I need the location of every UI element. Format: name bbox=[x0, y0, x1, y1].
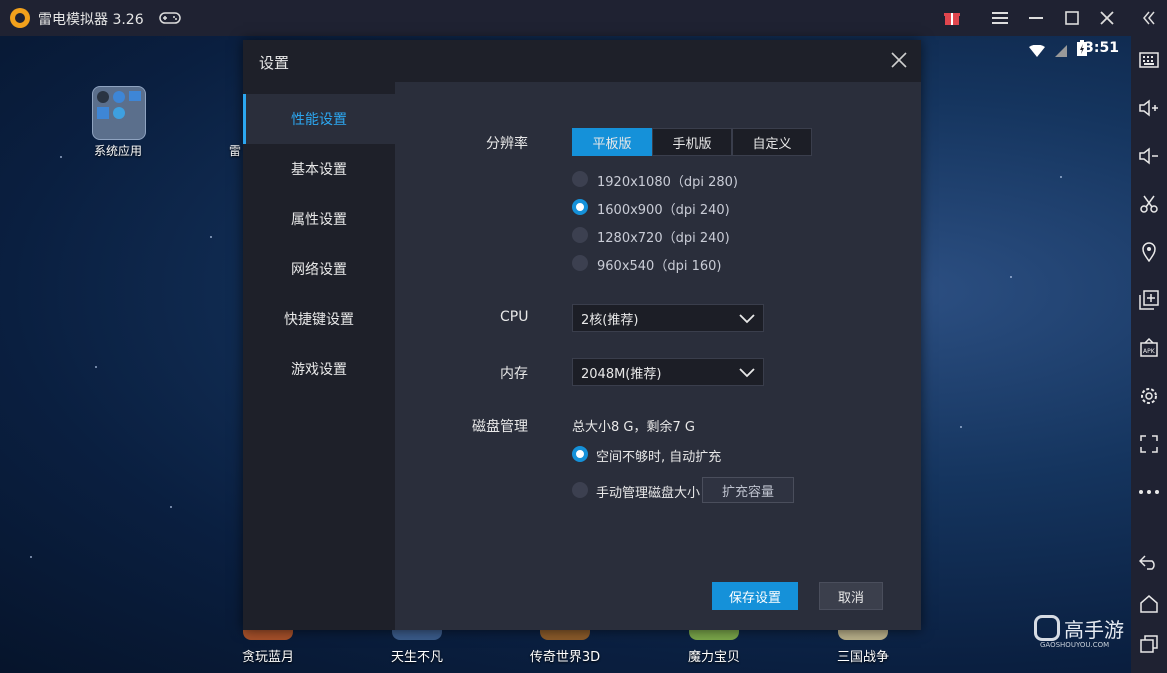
dock-app-label: 天生不凡 bbox=[390, 650, 443, 665]
system-apps-folder[interactable] bbox=[92, 86, 146, 140]
menu-icon[interactable] bbox=[986, 4, 1014, 32]
resolution-tab-phone[interactable]: 手机版 bbox=[652, 128, 732, 156]
no-signal-icon bbox=[1055, 42, 1067, 61]
settings-nav: 性能设置 基本设置 属性设置 网络设置 快捷键设置 游戏设置 bbox=[243, 82, 395, 630]
disk-summary: 总大小8 G，剩余7 G bbox=[572, 420, 695, 435]
add-window-icon[interactable] bbox=[1131, 284, 1167, 316]
nav-properties[interactable]: 属性设置 bbox=[243, 194, 395, 244]
disk-auto-expand-radio[interactable] bbox=[572, 446, 588, 462]
resolution-option-label: 1920x1080（dpi 280) bbox=[597, 175, 738, 190]
dock-app-label: 魔力宝贝 bbox=[687, 650, 740, 665]
resolution-label: 分辨率 bbox=[486, 136, 528, 152]
cpu-select[interactable]: 2核(推荐) bbox=[572, 304, 764, 332]
close-icon[interactable] bbox=[1093, 4, 1121, 32]
maximize-icon[interactable] bbox=[1058, 4, 1086, 32]
collapse-icon[interactable] bbox=[1131, 2, 1167, 34]
dock-app-label: 传奇世界3D bbox=[529, 650, 601, 665]
keyboard-icon[interactable] bbox=[1131, 44, 1167, 76]
nav-performance[interactable]: 性能设置 bbox=[243, 94, 395, 144]
disk-manual-label: 手动管理磁盘大小 bbox=[596, 486, 701, 501]
resolution-radio-1280[interactable] bbox=[572, 227, 588, 243]
chevron-down-icon bbox=[739, 368, 755, 378]
resolution-option-label: 960x540（dpi 160) bbox=[597, 259, 722, 274]
folder-icon bbox=[92, 86, 146, 140]
recent-apps-icon[interactable] bbox=[1131, 628, 1167, 660]
gift-icon[interactable] bbox=[938, 4, 966, 32]
volume-down-icon[interactable] bbox=[1131, 140, 1167, 172]
system-apps-label: 系统应用 bbox=[93, 144, 142, 158]
android-status-bar: 3:51 bbox=[931, 36, 1131, 62]
partial-app-label: 雷 bbox=[229, 144, 242, 158]
cancel-button[interactable]: 取消 bbox=[819, 582, 883, 610]
right-toolbar: APK bbox=[1131, 0, 1167, 673]
fullscreen-icon[interactable] bbox=[1131, 428, 1167, 460]
dialog-close-icon[interactable] bbox=[887, 48, 911, 72]
nav-basic[interactable]: 基本设置 bbox=[243, 144, 395, 194]
dialog-header: 设置 bbox=[243, 40, 921, 82]
disk-label: 磁盘管理 bbox=[472, 419, 528, 435]
app-title: 雷电模拟器 3.26 bbox=[38, 12, 144, 28]
apk-icon[interactable]: APK bbox=[1131, 332, 1167, 364]
dock-app-label: 三国战争 bbox=[836, 650, 889, 665]
wifi-icon bbox=[1029, 42, 1045, 61]
volume-up-icon[interactable] bbox=[1131, 92, 1167, 124]
resolution-radio-1920[interactable] bbox=[572, 171, 588, 187]
resolution-option-label: 1600x900（dpi 240) bbox=[597, 203, 730, 218]
nav-shortcuts[interactable]: 快捷键设置 bbox=[243, 294, 395, 344]
dock-app-label: 贪玩蓝月 bbox=[241, 650, 294, 665]
disk-auto-expand-label: 空间不够时, 自动扩充 bbox=[596, 450, 722, 465]
minimize-icon[interactable] bbox=[1022, 4, 1050, 32]
back-icon[interactable] bbox=[1131, 546, 1167, 578]
cpu-select-value: 2核(推荐) bbox=[581, 312, 639, 328]
status-clock: 3:51 bbox=[1084, 40, 1119, 56]
svg-text:APK: APK bbox=[1143, 348, 1156, 355]
resolution-radio-1600[interactable] bbox=[572, 199, 588, 215]
nav-network[interactable]: 网络设置 bbox=[243, 244, 395, 294]
chevron-down-icon bbox=[739, 314, 755, 324]
memory-select-value: 2048M(推荐) bbox=[581, 366, 662, 382]
watermark-subtext: GAOSHOUYOU.COM bbox=[1040, 641, 1110, 649]
scissors-icon[interactable] bbox=[1131, 188, 1167, 220]
disk-manual-radio[interactable] bbox=[572, 482, 588, 498]
more-icon[interactable] bbox=[1131, 476, 1167, 508]
nav-games[interactable]: 游戏设置 bbox=[243, 344, 395, 394]
location-icon[interactable] bbox=[1131, 236, 1167, 268]
home-icon[interactable] bbox=[1131, 588, 1167, 620]
resolution-radio-960[interactable] bbox=[572, 255, 588, 271]
resolution-tab-custom[interactable]: 自定义 bbox=[732, 128, 812, 156]
watermark-logo-icon bbox=[1034, 615, 1060, 641]
settings-icon[interactable] bbox=[1131, 380, 1167, 412]
memory-label: 内存 bbox=[500, 366, 528, 382]
gamepad-icon[interactable] bbox=[156, 4, 184, 32]
app-logo-icon bbox=[10, 8, 30, 28]
save-settings-button[interactable]: 保存设置 bbox=[712, 582, 798, 610]
dialog-title: 设置 bbox=[259, 54, 290, 72]
settings-dialog: 设置 性能设置 基本设置 属性设置 网络设置 快捷键设置 游戏设置 分辨率 平板… bbox=[243, 40, 921, 630]
expand-capacity-button[interactable]: 扩充容量 bbox=[702, 477, 794, 503]
watermark-text: 高手游 bbox=[1064, 618, 1124, 642]
resolution-tab-tablet[interactable]: 平板版 bbox=[572, 128, 652, 156]
title-bar: 雷电模拟器 3.26 bbox=[0, 0, 1167, 36]
memory-select[interactable]: 2048M(推荐) bbox=[572, 358, 764, 386]
cpu-label: CPU bbox=[500, 309, 529, 325]
resolution-option-label: 1280x720（dpi 240) bbox=[597, 231, 730, 246]
